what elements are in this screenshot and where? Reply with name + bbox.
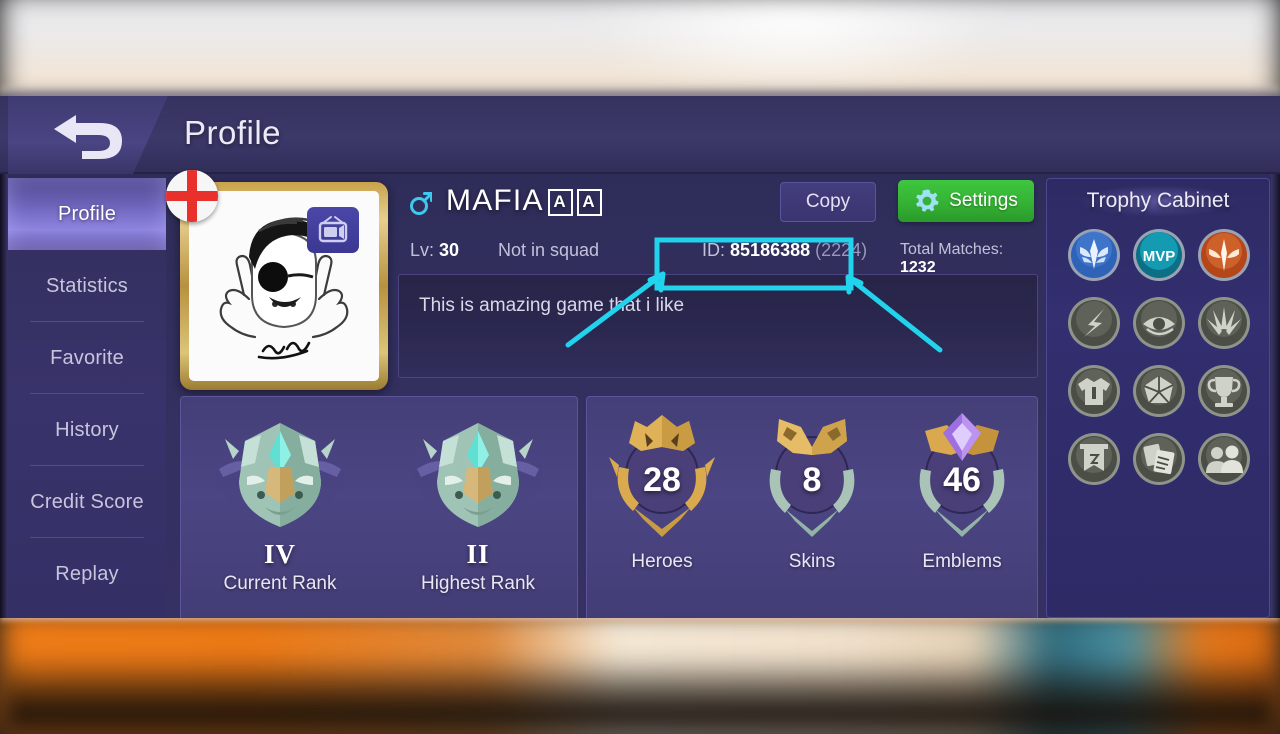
squad-status: Not in squad [498,240,600,260]
heroes-count: 28 [643,461,681,499]
trophy-grid: MVP [1061,227,1257,487]
stats-panel: 28 Heroes 8 Skins 46 Emblems [586,396,1038,618]
sidebar-item-label: Statistics [45,274,129,297]
trophy-slot-people[interactable] [1196,431,1252,487]
settings-button-label: Settings [949,190,1018,211]
avatar-image [189,191,379,381]
sidebar-item-credit-score[interactable]: Credit Score [8,466,166,538]
name-glyph-box-2: A [576,188,602,216]
sidebar-item-replay[interactable]: Replay [8,538,166,610]
sidebar-item-statistics[interactable]: Statistics [8,250,166,322]
player-name-text: MAFIA [446,184,544,217]
skins-count: 8 [802,461,822,499]
sidebar-item-label: History [55,418,119,441]
sidebar-item-history[interactable]: History [8,394,166,466]
sidebar-item-label: Favorite [50,346,124,369]
gem-badge-icon [1132,365,1185,417]
avatar[interactable] [166,170,388,390]
id-label: ID: [702,240,726,260]
trophy-slot-gem[interactable] [1131,363,1187,419]
svg-text:MVP: MVP [1143,248,1176,265]
player-id-field[interactable]: ID: 85186388 (2224) [702,240,867,261]
copy-button[interactable]: Copy [780,182,876,222]
sidebar-item-profile[interactable]: Profile [8,178,166,250]
trophy-slot-banner[interactable] [1066,431,1122,487]
mvp-badge-icon: MVP [1132,229,1185,281]
trophy-slot-wings[interactable] [1066,227,1122,283]
bottom-letterbox-shadow [0,656,1280,734]
emblems-label: Emblems [922,551,1002,572]
trophy-slot-card[interactable] [1131,431,1187,487]
back-button[interactable] [8,96,168,174]
stat-skins[interactable]: 8 Skins [737,397,887,618]
current-rank-tier: IV [263,539,296,569]
card-badge-icon [1132,433,1185,485]
player-level: Lv: 30 [410,240,459,261]
trophy-slot-eye[interactable] [1131,295,1187,351]
heroes-label: Heroes [631,551,693,572]
bio-box[interactable]: This is amazing game that i like [398,274,1038,378]
current-rank-cell[interactable]: IV Current Rank [181,397,379,618]
banner-badge-icon [1067,433,1120,485]
game-screen: Profile Profile Statistics Favorite Hist… [0,96,1280,618]
stat-emblems[interactable]: 46 Emblems [887,397,1037,618]
sidebar-item-label: Replay [55,562,119,585]
id-value: 85186388 [730,240,811,260]
page-title: Profile [184,114,282,151]
stat-heroes[interactable]: 28 Heroes [587,397,737,618]
sidebar-item-favorite[interactable]: Favorite [8,322,166,394]
emblems-count: 46 [943,461,981,499]
trophy-cabinet-panel: Trophy Cabinet MVP [1046,178,1270,618]
burst-badge-icon [1198,297,1251,349]
current-rank-label: Current Rank [223,573,337,594]
screen-left-edge [0,96,8,618]
trophy-slot-savior[interactable] [1196,227,1252,283]
cup-badge-icon [1198,365,1251,417]
people-badge-icon [1198,433,1251,485]
player-name-row: MAFIA A A [410,184,602,218]
trophy-slot-lightning[interactable] [1066,295,1122,351]
name-glyph-box-1: A [547,188,573,216]
highest-rank-label: Highest Rank [420,573,536,594]
tv-icon [307,207,359,253]
lightning-badge-icon [1067,297,1120,349]
rank-panel: IV Current Rank II Highest Rank [180,396,578,618]
trophy-slot-cup[interactable] [1196,363,1252,419]
jersey-badge-icon [1067,365,1120,417]
skins-label: Skins [788,551,836,572]
level-label: Lv: [410,240,435,260]
sidebar-item-label: Profile [57,202,117,225]
eye-badge-icon [1132,297,1185,349]
trophy-slot-burst[interactable] [1196,295,1252,351]
screen-right-edge [1271,96,1280,618]
matches-label: Total Matches: [900,241,1004,258]
male-gender-icon [410,192,432,215]
trophy-slot-mvp[interactable]: MVP [1131,227,1187,283]
settings-button[interactable]: Settings [898,180,1034,222]
back-arrow-icon [54,115,122,159]
trophy-cabinet-title: Trophy Cabinet [1086,189,1230,212]
savior-badge-icon [1198,229,1251,281]
gear-icon [916,189,939,212]
bio-text: This is amazing game that i like [419,295,685,316]
highest-rank-cell[interactable]: II Highest Rank [379,397,577,618]
rank-helmet-icon [414,423,542,527]
england-flag-icon [166,170,218,222]
rank-helmet-icon [216,423,344,527]
total-matches: Total Matches: 1232 [900,241,1034,277]
wings-badge-icon [1067,229,1120,281]
level-value: 30 [439,240,460,260]
sidebar-nav: Profile Statistics Favorite History Cred… [8,178,166,618]
sidebar-item-label: Credit Score [30,490,144,513]
player-meta-row: Lv: 30 Not in squad ID: 85186388 (2224) … [410,240,1034,276]
header-bar: Profile [0,96,1280,174]
copy-button-label: Copy [805,191,851,212]
id-zone-suffix: (2224) [815,240,868,260]
player-name: MAFIA A A [446,184,602,218]
profile-main: MAFIA A A Copy Settings Lv: 30 Not in squa… [166,170,1038,618]
trophy-slot-jersey[interactable] [1066,363,1122,419]
highest-rank-tier: II [466,539,490,569]
